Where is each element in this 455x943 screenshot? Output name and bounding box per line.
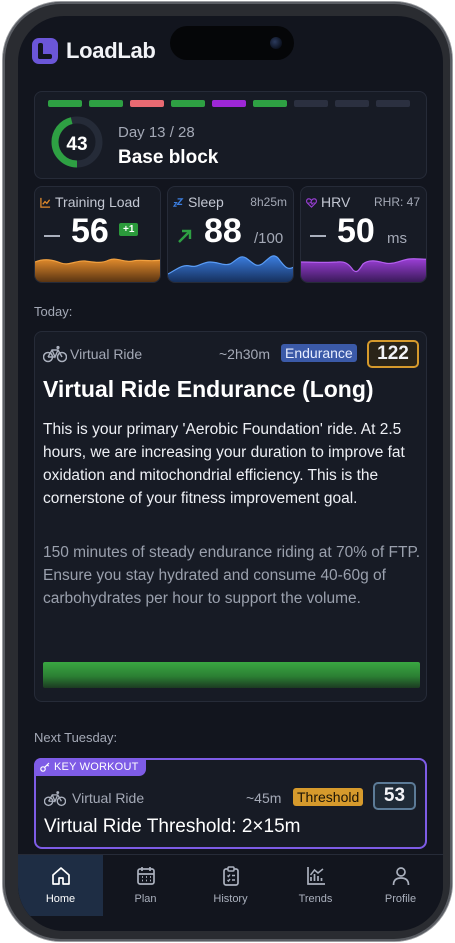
chart-icon — [40, 197, 51, 208]
workout-description: This is your primary 'Aerobic Foundation… — [43, 421, 405, 507]
block-progress-card[interactable]: 43 Day 13 / 28 Base block — [34, 91, 427, 179]
workout-title: Virtual Ride Endurance (Long) — [43, 376, 374, 402]
bottom-nav: Home Plan History Trends Profile — [18, 854, 443, 916]
user-icon — [392, 867, 409, 886]
bike-icon — [43, 345, 67, 363]
block-day-segment — [48, 100, 82, 107]
hrv-unit: ms — [387, 230, 407, 247]
hrv-sparkline — [301, 258, 426, 282]
readiness-score: 43 — [66, 134, 88, 155]
nav-trends[interactable]: Trends — [273, 855, 358, 916]
block-name: Base block — [118, 147, 219, 168]
next-workout-title: Virtual Ride Threshold: 2×15m — [44, 816, 301, 837]
block-day-segment — [253, 100, 287, 107]
zzz-icon — [173, 198, 184, 207]
home-icon — [51, 867, 70, 885]
key-workout-label: KEY WORKOUT — [54, 761, 139, 773]
heart-pulse-icon — [306, 198, 317, 208]
workout-details: 150 minutes of steady endurance riding a… — [43, 544, 421, 607]
workout-intensity-profile — [43, 662, 420, 688]
next-zone-tag: Threshold — [293, 788, 364, 806]
nav-home[interactable]: Home — [18, 855, 103, 916]
block-day-segment — [376, 100, 410, 107]
block-day-segment — [212, 100, 246, 107]
camera-icon — [270, 37, 282, 49]
bike-icon — [44, 791, 66, 807]
sleep-sparkline — [168, 255, 293, 282]
block-day-segment — [89, 100, 123, 107]
nav-trends-label: Trends — [298, 893, 333, 905]
training-load-value: 56 — [71, 212, 109, 250]
training-load-label: Training Load — [55, 194, 141, 210]
training-load-change-badge: +1 — [119, 223, 139, 236]
logo-icon — [32, 38, 58, 64]
next-workout-type: Virtual Ride — [72, 790, 145, 806]
block-day: Day 13 / 28 — [118, 124, 195, 141]
sleep-unit: /100 — [254, 230, 284, 247]
key-workout-badge: KEY WORKOUT — [34, 758, 146, 776]
hrv-label: HRV — [321, 194, 351, 210]
app-screen: LoadLab 43 Day 13 / 28 Base block Traini… — [18, 16, 443, 931]
workout-type: Virtual Ride — [70, 346, 143, 362]
phone-frame: LoadLab 43 Day 13 / 28 Base block Traini… — [3, 2, 452, 941]
nav-history[interactable]: History — [188, 855, 273, 916]
nav-plan-label: Plan — [134, 893, 157, 905]
dynamic-island — [170, 26, 294, 60]
block-day-segment — [171, 100, 205, 107]
next-workout-card[interactable]: KEY WORKOUT Virtual Ride ~45m Threshold … — [34, 758, 427, 849]
trend-chart-icon — [306, 867, 325, 885]
trend-flat-icon — [310, 235, 326, 237]
next-section-label: Next Tuesday: — [34, 730, 118, 745]
calendar-icon — [136, 867, 155, 885]
block-day-segment — [335, 100, 369, 107]
nav-plan[interactable]: Plan — [103, 855, 188, 916]
app-title: LoadLab — [66, 38, 156, 63]
sleep-score: 88 — [204, 212, 242, 250]
block-day-segment — [130, 100, 164, 107]
nav-profile[interactable]: Profile — [358, 855, 443, 916]
training-load-sparkline — [35, 258, 160, 282]
key-icon — [40, 762, 50, 772]
hrv-card[interactable]: HRV RHR: 47 50 ms — [300, 186, 427, 283]
tss-badge: 122 — [367, 340, 419, 368]
training-load-card[interactable]: Training Load 56 +1 — [34, 186, 161, 283]
block-day-segments — [48, 100, 410, 107]
clipboard-icon — [222, 866, 239, 886]
workout-duration: ~2h30m — [219, 346, 270, 362]
trend-flat-icon — [44, 235, 60, 237]
nav-profile-label: Profile — [384, 893, 417, 905]
resting-heart-rate: RHR: 47 — [373, 195, 420, 209]
sleep-card[interactable]: Sleep 8h25m 88 /100 — [167, 186, 294, 283]
next-tss-badge: 53 — [373, 782, 416, 810]
next-workout-duration: ~45m — [246, 790, 282, 806]
sleep-label: Sleep — [188, 194, 224, 210]
nav-home-label: Home — [45, 893, 76, 905]
today-workout-card[interactable]: Virtual Ride ~2h30m Endurance 122 Virtua… — [34, 331, 427, 702]
block-day-segment — [294, 100, 328, 107]
app-header: LoadLab — [32, 38, 156, 64]
sleep-duration: 8h25m — [250, 195, 287, 209]
nav-history-label: History — [213, 893, 248, 905]
today-section-label: Today: — [34, 304, 73, 319]
trend-up-icon — [178, 229, 192, 243]
zone-tag: Endurance — [281, 344, 357, 362]
hrv-value: 50 — [337, 212, 375, 250]
